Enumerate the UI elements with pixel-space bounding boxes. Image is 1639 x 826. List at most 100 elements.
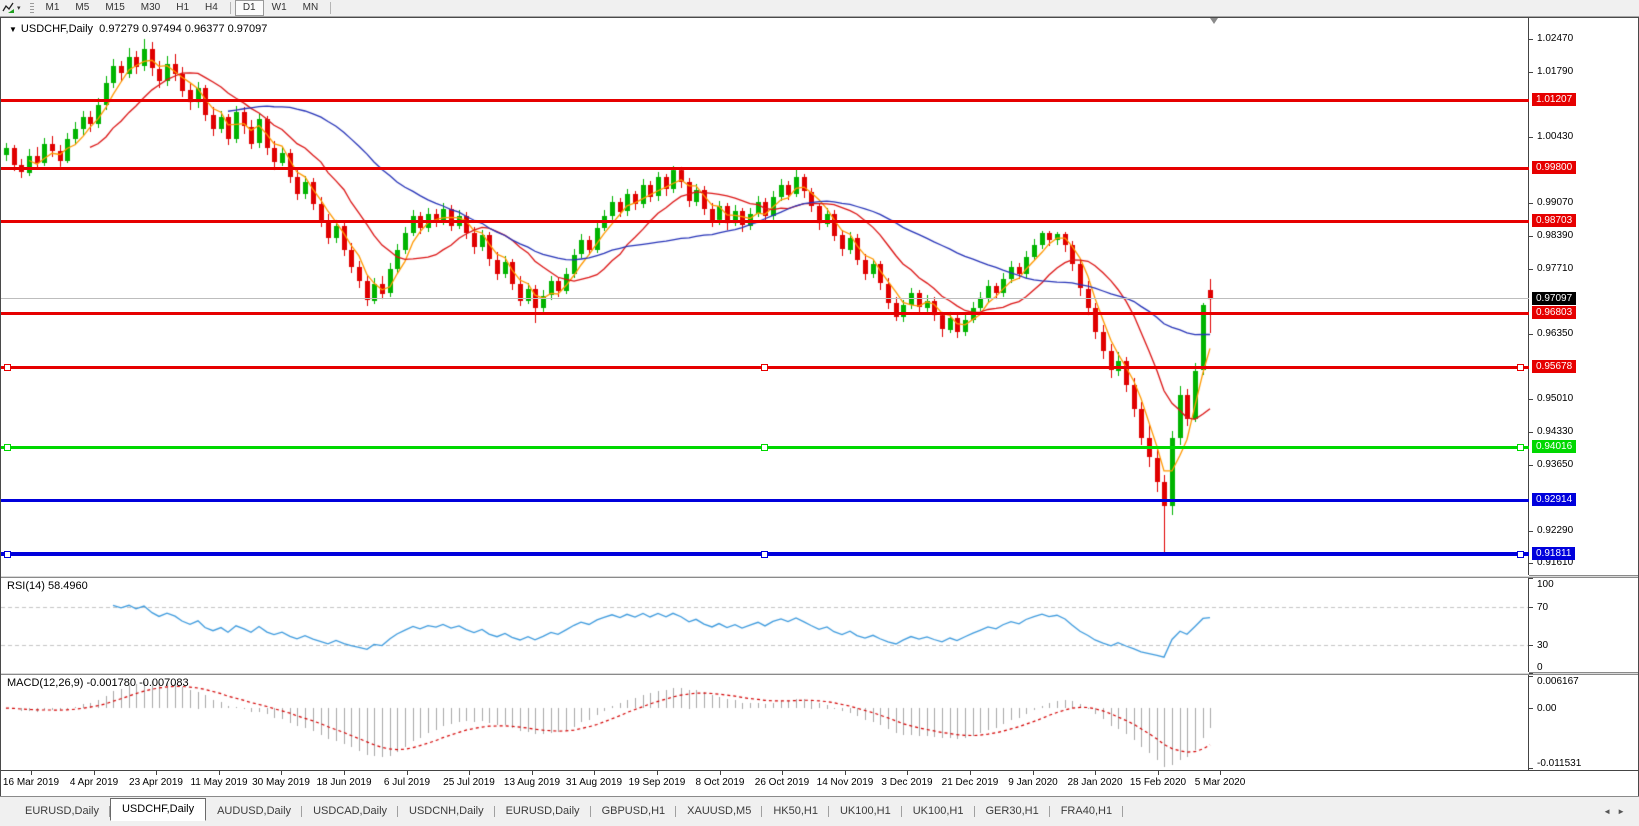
current-price-line: [1, 298, 1529, 299]
price-label-0.94016: 0.94016: [1532, 440, 1576, 453]
date-label: 4 Apr 2019: [70, 777, 118, 788]
collapse-icon[interactable]: ▼: [9, 25, 17, 34]
toolbar: ▾ M1M5M15M30H1H4 D1W1MN: [0, 0, 1639, 17]
date-label: 19 Sep 2019: [629, 777, 686, 788]
symbol-period-label: USDCHF,Daily: [21, 23, 93, 35]
timeframe-button-m15[interactable]: M15: [97, 0, 132, 16]
hline-1.01207[interactable]: [1, 99, 1529, 102]
line-handle[interactable]: [761, 364, 768, 371]
tab-audusd-daily[interactable]: AUDUSD,Daily: [206, 802, 302, 821]
macd-panel: MACD(12,26,9) -0.001780 -0.007083 0.0061…: [1, 675, 1638, 770]
time-tick-mark: [94, 771, 95, 775]
time-tick-mark: [1033, 771, 1034, 775]
tab-fra40-h1[interactable]: FRA40,H1: [1050, 802, 1123, 821]
main-price-panel: ▼USDCHF,Daily 0.97279 0.97494 0.96377 0.…: [1, 18, 1638, 575]
tab-usdcad-daily[interactable]: USDCAD,Daily: [302, 802, 398, 821]
time-tick-mark: [532, 771, 533, 775]
current-price-label: 0.97097: [1532, 292, 1576, 305]
date-label: 21 Dec 2019: [942, 777, 999, 788]
timeframe-button-d1[interactable]: D1: [235, 0, 264, 16]
tab-eurusd-daily[interactable]: EURUSD,Daily: [495, 802, 591, 821]
chart-tab-bar: EURUSD,DailyUSDCHF,DailyAUDUSD,DailyUSDC…: [0, 796, 1639, 821]
tab-ger30-h1[interactable]: GER30,H1: [975, 802, 1050, 821]
tab-xauusd-m5[interactable]: XAUUSD,M5: [676, 802, 762, 821]
time-tick-mark: [344, 771, 345, 775]
toolbar-grip-handle[interactable]: [30, 3, 34, 14]
price-tick-mark: [1529, 334, 1533, 335]
price-tick-label: 0.99070: [1537, 197, 1573, 208]
date-label: 13 Aug 2019: [504, 777, 560, 788]
rsi-tick-label: 100: [1537, 579, 1554, 590]
line-handle[interactable]: [761, 444, 768, 451]
timeframe-button-w1[interactable]: W1: [264, 0, 295, 16]
price-tick-label: 1.00430: [1537, 131, 1573, 142]
price-label-0.95678: 0.95678: [1532, 360, 1576, 373]
line-handle[interactable]: [1517, 444, 1524, 451]
time-tick-mark: [407, 771, 408, 775]
chart-shift-marker[interactable]: [1210, 18, 1218, 24]
tab-usdchf-daily[interactable]: USDCHF,Daily: [110, 798, 206, 821]
price-tick-mark: [1529, 399, 1533, 400]
chart-cursor-icon: [2, 2, 15, 14]
price-tick-mark: [1529, 563, 1533, 564]
rsi-tick-label: 0: [1537, 662, 1543, 673]
date-label: 3 Dec 2019: [881, 777, 932, 788]
tab-uk100-h1[interactable]: UK100,H1: [902, 802, 975, 821]
timeframe-button-m5[interactable]: M5: [67, 0, 97, 16]
price-tick-label: 0.97710: [1537, 263, 1573, 274]
date-label: 6 Jul 2019: [384, 777, 430, 788]
rsi-tick-label: 30: [1537, 640, 1548, 651]
rsi-tick-mark: [1529, 607, 1533, 608]
line-handle[interactable]: [4, 551, 11, 558]
timeframe-button-m30[interactable]: M30: [133, 0, 168, 16]
rsi-tick-mark: [1529, 645, 1533, 646]
tab-usdcnh-daily[interactable]: USDCNH,Daily: [398, 802, 495, 821]
tab-hk50-h1[interactable]: HK50,H1: [762, 802, 829, 821]
tab-scroll-arrows[interactable]: ◄►: [1603, 807, 1631, 816]
line-handle[interactable]: [4, 364, 11, 371]
macd-tick-label: -0.011531: [1537, 758, 1581, 769]
hline-0.92914[interactable]: [1, 499, 1529, 502]
date-label: 31 Aug 2019: [566, 777, 622, 788]
macd-chart-canvas[interactable]: [1, 675, 1529, 770]
macd-axis-border: [1528, 675, 1529, 770]
rsi-panel: RSI(14) 58.4960 10070300: [1, 578, 1638, 673]
timeframe-button-m1[interactable]: M1: [38, 0, 68, 16]
price-tick-mark: [1529, 72, 1533, 73]
hline-0.99800[interactable]: [1, 167, 1529, 170]
macd-tick-mark: [1529, 768, 1533, 769]
tab-scroll-left-icon[interactable]: ◄: [1603, 807, 1617, 816]
tab-uk100-h1[interactable]: UK100,H1: [829, 802, 902, 821]
line-handle[interactable]: [761, 551, 768, 558]
hline-0.96803[interactable]: [1, 312, 1529, 315]
price-tick-label: 0.96350: [1537, 328, 1573, 339]
tab-divider: [1122, 806, 1123, 817]
tab-eurusd-daily[interactable]: EURUSD,Daily: [14, 802, 110, 821]
rsi-tick-mark: [1529, 673, 1533, 674]
price-label-0.92914: 0.92914: [1532, 493, 1576, 506]
tab-gbpusd-h1[interactable]: GBPUSD,H1: [591, 802, 677, 821]
hline-0.98703[interactable]: [1, 220, 1529, 223]
time-tick-mark: [782, 771, 783, 775]
line-handle[interactable]: [4, 444, 11, 451]
time-tick-mark: [970, 771, 971, 775]
rsi-chart-canvas[interactable]: [1, 578, 1529, 673]
tab-scroll-right-icon[interactable]: ►: [1617, 807, 1631, 816]
date-label: 28 Jan 2020: [1067, 777, 1122, 788]
chart-window: ▼USDCHF,Daily 0.97279 0.97494 0.96377 0.…: [0, 17, 1639, 796]
timeframe-button-h4[interactable]: H4: [197, 0, 226, 16]
chart-type-dropdown[interactable]: ▾: [2, 2, 21, 14]
time-tick-mark: [1158, 771, 1159, 775]
time-axis[interactable]: 16 Mar 20194 Apr 201923 Apr 201911 May 2…: [1, 770, 1638, 796]
date-label: 5 Mar 2020: [1195, 777, 1246, 788]
timeframe-button-mn[interactable]: MN: [295, 0, 327, 16]
time-tick-mark: [657, 771, 658, 775]
price-tick-mark: [1529, 137, 1533, 138]
time-tick-mark: [907, 771, 908, 775]
line-handle[interactable]: [1517, 551, 1524, 558]
chart-title: ▼USDCHF,Daily 0.97279 0.97494 0.96377 0.…: [9, 23, 267, 35]
price-tick-mark: [1529, 531, 1533, 532]
timeframe-button-h1[interactable]: H1: [168, 0, 197, 16]
date-label: 8 Oct 2019: [696, 777, 745, 788]
line-handle[interactable]: [1517, 364, 1524, 371]
